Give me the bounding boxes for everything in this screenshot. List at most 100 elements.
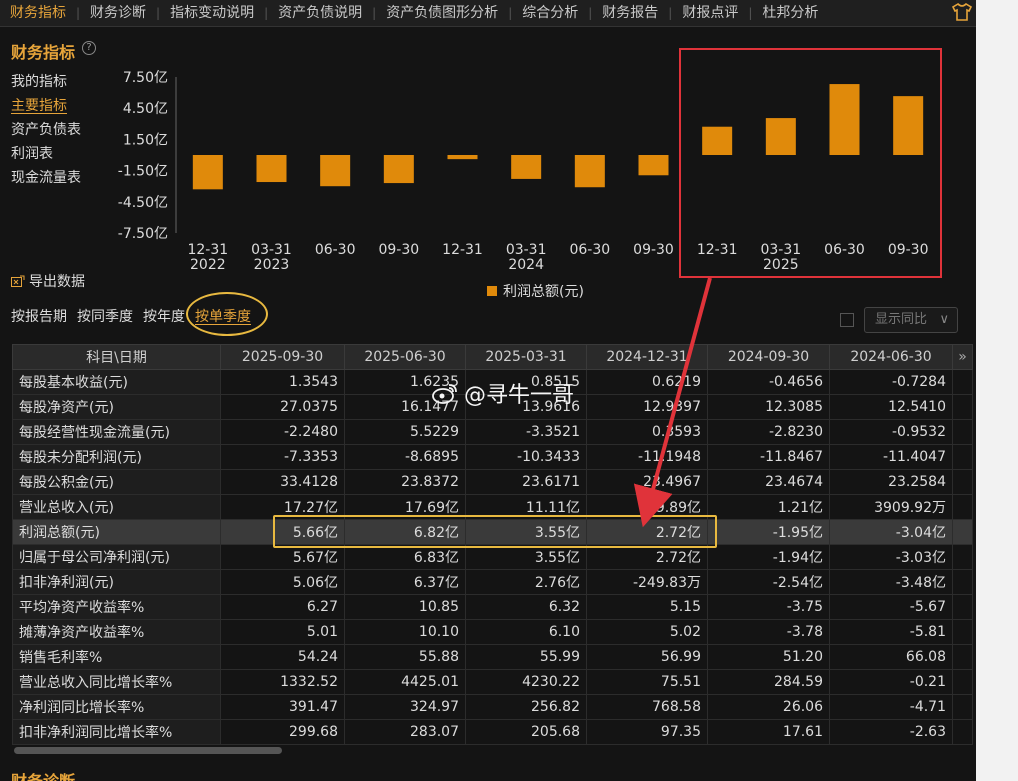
table-cell: 23.4967 xyxy=(586,469,708,495)
period-tab-0[interactable]: 按报告期 xyxy=(11,306,67,326)
row-label: 每股经营性现金流量(元) xyxy=(12,419,221,445)
period-tab-2[interactable]: 按年度 xyxy=(143,306,185,326)
table-cell: -11.4047 xyxy=(829,444,953,470)
table-filler-cell xyxy=(952,619,973,645)
table-row[interactable]: 销售毛利率% 54.24 55.88 55.99 56.99 51.20 66.08 xyxy=(12,644,973,670)
bar-6[interactable] xyxy=(574,155,605,188)
table-row[interactable]: 摊薄净资产收益率% 5.01 10.10 6.10 5.02 -3.78 -5.81 xyxy=(12,619,973,645)
annotation-oval xyxy=(186,292,268,336)
row-label: 扣非净利润(元) xyxy=(12,569,221,595)
table-row[interactable]: 平均净资产收益率% 6.27 10.85 6.32 5.15 -3.75 -5.67 xyxy=(12,594,973,620)
table-cell: 23.8372 xyxy=(344,469,466,495)
table-cell: -11.8467 xyxy=(707,444,830,470)
export-data-label: 导出数据 xyxy=(29,274,85,290)
nav-tab-5[interactable]: 综合分析 xyxy=(512,0,588,26)
table-filler-cell xyxy=(952,444,973,470)
y-tick-label: 4.50亿 xyxy=(123,101,168,117)
table-row[interactable]: 归属于母公司净利润(元) 5.67亿 6.83亿 3.55亿 2.72亿 -1.94亿 -3… xyxy=(12,544,973,570)
bar-2[interactable] xyxy=(320,155,351,187)
bar-5[interactable] xyxy=(511,155,542,179)
nav-tab-6[interactable]: 财务报告 xyxy=(592,0,668,26)
table-cell: 55.88 xyxy=(344,644,466,670)
table-filler-cell xyxy=(952,694,973,720)
table-cell: 12.5410 xyxy=(829,394,953,420)
nav-tab-4[interactable]: 资产负债图形分析 xyxy=(376,0,508,26)
table-row[interactable]: 每股未分配利润(元) -7.3353 -8.6895 -10.3433 -11.1948… xyxy=(12,444,973,470)
row-label: 利润总额(元) xyxy=(12,519,221,545)
table-cell: 23.6171 xyxy=(465,469,587,495)
table-row[interactable]: 净利润同比增长率% 391.47 324.97 256.82 768.58 26.06 -4… xyxy=(12,694,973,720)
export-data-button[interactable]: 导出数据 xyxy=(11,271,85,291)
yoy-select-label: 显示同比 xyxy=(875,312,928,327)
row-label: 平均净资产收益率% xyxy=(12,594,221,620)
table-cell: 27.0375 xyxy=(220,394,345,420)
bar-7[interactable] xyxy=(638,155,669,176)
yoy-checkbox[interactable] xyxy=(840,313,854,327)
table-cell: 299.68 xyxy=(220,719,345,745)
shirt-icon[interactable] xyxy=(952,3,972,21)
table-cell: 284.59 xyxy=(707,669,830,695)
y-tick-label: -7.50亿 xyxy=(118,226,168,242)
table-cell: -3.75 xyxy=(707,594,830,620)
table-cell: 12.9397 xyxy=(586,394,708,420)
x-tick-label: 12-31 xyxy=(442,242,483,258)
table-row[interactable]: 扣非净利润(元) 5.06亿 6.37亿 2.76亿 -249.83万 -2.54亿 -3.… xyxy=(12,569,973,595)
table-filler-cell xyxy=(952,594,973,620)
table-cell: 4425.01 xyxy=(344,669,466,695)
table-cell: 0.6219 xyxy=(586,369,708,395)
table-row[interactable]: 每股经营性现金流量(元) -2.2480 5.5229 -3.3521 0.3593 -2… xyxy=(12,419,973,445)
table-cell: -5.67 xyxy=(829,594,953,620)
table-cell: -0.7284 xyxy=(829,369,953,395)
x-tick-label: 2023 xyxy=(254,257,290,273)
horizontal-scrollbar[interactable] xyxy=(14,747,282,754)
nav-tab-7[interactable]: 财报点评 xyxy=(672,0,748,26)
scroll-right-icon[interactable]: » xyxy=(952,344,973,370)
table-cell: 2.72亿 xyxy=(586,544,708,570)
bar-4[interactable] xyxy=(447,155,478,160)
x-tick-label: 09-30 xyxy=(378,242,419,258)
help-icon[interactable]: ? xyxy=(82,41,96,55)
table-cell: 55.99 xyxy=(465,644,587,670)
x-tick-label: 2022 xyxy=(190,257,226,273)
table-cell: 23.2584 xyxy=(829,469,953,495)
financial-diagnosis-title: 财务诊断 xyxy=(11,768,75,781)
table-cell: 75.51 xyxy=(586,669,708,695)
table-cell: 12.3085 xyxy=(707,394,830,420)
x-tick-label: 2024 xyxy=(508,257,544,273)
bar-1[interactable] xyxy=(256,155,287,183)
nav-tab-8[interactable]: 杜邦分析 xyxy=(752,0,828,26)
table-row[interactable]: 扣非净利润同比增长率% 299.68 283.07 205.68 97.35 17.61-… xyxy=(12,719,973,745)
table-cell: -3.3521 xyxy=(465,419,587,445)
table-cell: 17.61 xyxy=(707,719,830,745)
nav-tab-0[interactable]: 财务指标 xyxy=(0,0,76,26)
nav-tab-3[interactable]: 资产负债说明 xyxy=(268,0,372,26)
x-tick-label: 12-31 xyxy=(187,242,228,258)
x-tick-label: 03-31 xyxy=(251,242,292,258)
header-date-5: 2024-09-30 xyxy=(707,344,830,370)
table-row[interactable]: 每股公积金(元) 33.4128 23.8372 23.6171 23.4967 23.4… xyxy=(12,469,973,495)
table-cell: 5.02 xyxy=(586,619,708,645)
table-cell: 5.67亿 xyxy=(220,544,345,570)
table-cell: 51.20 xyxy=(707,644,830,670)
watermark-text: @寻牛一哥 xyxy=(464,383,575,408)
table-filler-cell xyxy=(952,544,973,570)
table-row[interactable]: 营业总收入同比增长率% 1332.52 4425.01 4230.22 75.51 284… xyxy=(12,669,973,695)
table-cell: 391.47 xyxy=(220,694,345,720)
period-tab-1[interactable]: 按同季度 xyxy=(77,306,133,326)
header-date-4: 2024-12-31 xyxy=(586,344,708,370)
table-cell: -3.04亿 xyxy=(829,519,953,545)
table-cell: -3.78 xyxy=(707,619,830,645)
bar-3[interactable] xyxy=(383,155,414,184)
row-label: 摊薄净资产收益率% xyxy=(12,619,221,645)
nav-tab-2[interactable]: 指标变动说明 xyxy=(160,0,264,26)
yoy-select[interactable]: 显示同比 ∨ xyxy=(864,307,958,333)
table-cell: -10.3433 xyxy=(465,444,587,470)
nav-tab-1[interactable]: 财务诊断 xyxy=(80,0,156,26)
table-cell: 324.97 xyxy=(344,694,466,720)
row-label: 每股未分配利润(元) xyxy=(12,444,221,470)
table-cell: 56.99 xyxy=(586,644,708,670)
legend-swatch xyxy=(487,286,497,296)
bar-0[interactable] xyxy=(192,155,223,190)
table-filler-cell xyxy=(952,469,973,495)
table-cell: 2.76亿 xyxy=(465,569,587,595)
